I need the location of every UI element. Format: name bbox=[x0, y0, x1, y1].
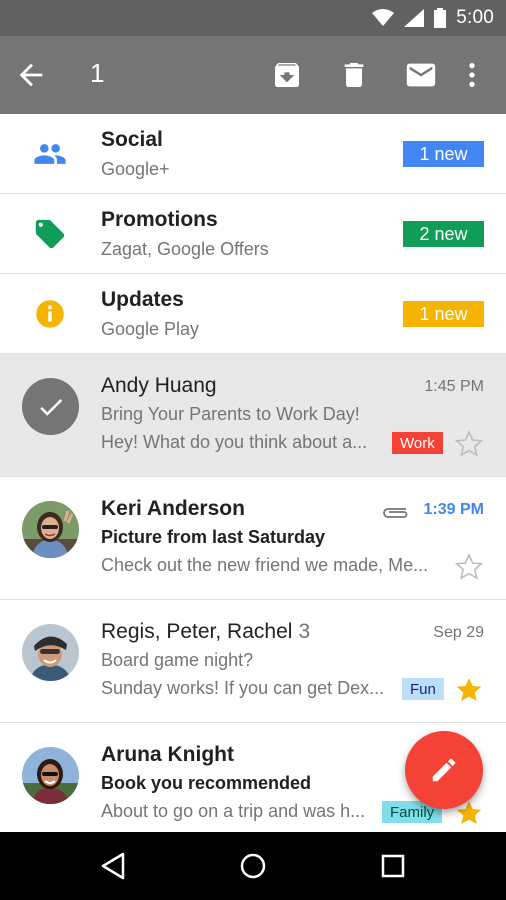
category-promotions[interactable]: Promotions Zagat, Google Offers 2 new bbox=[0, 194, 506, 274]
home-circle-icon[interactable] bbox=[237, 850, 269, 882]
email-snippet: About to go on a trip and was h... bbox=[101, 801, 366, 821]
archive-button[interactable] bbox=[270, 58, 304, 92]
delete-button[interactable] bbox=[337, 58, 371, 92]
battery-icon bbox=[434, 8, 447, 28]
new-count-badge: 1 new bbox=[403, 141, 484, 167]
back-triangle-icon[interactable] bbox=[97, 850, 129, 882]
email-sender: Regis, Peter, Rachel 3 bbox=[101, 620, 310, 644]
mark-unread-icon bbox=[406, 63, 436, 87]
email-snippet: Check out the new friend we made, Me... bbox=[101, 555, 429, 575]
email-subject: Board game night? bbox=[101, 650, 254, 670]
sender-names: Regis, Peter, Rachel bbox=[101, 620, 293, 643]
avatar[interactable] bbox=[22, 624, 79, 681]
email-subject: Picture from last Saturday bbox=[101, 527, 326, 547]
category-social[interactable]: Social Google+ 1 new bbox=[0, 114, 506, 194]
category-title: Promotions bbox=[101, 208, 218, 231]
tag-icon bbox=[32, 218, 68, 250]
back-arrow-icon[interactable] bbox=[14, 58, 48, 92]
status-bar: 5:00 bbox=[0, 0, 506, 36]
category-subtitle: Google Play bbox=[101, 319, 200, 339]
archive-icon bbox=[275, 63, 299, 87]
category-title: Updates bbox=[101, 288, 184, 311]
pencil-icon bbox=[432, 758, 456, 782]
email-sender: Andy Huang bbox=[101, 374, 217, 397]
email-snippet: Sunday works! If you can get Dex... bbox=[101, 678, 385, 698]
star-filled-icon[interactable] bbox=[454, 675, 484, 705]
check-icon bbox=[39, 398, 62, 416]
category-updates[interactable]: Updates Google Play 1 new bbox=[0, 274, 506, 354]
info-icon bbox=[32, 298, 68, 330]
cellular-icon bbox=[404, 9, 425, 27]
overflow-menu-icon bbox=[469, 63, 475, 87]
category-title: Social bbox=[101, 128, 163, 151]
label-chip-fun: Fun bbox=[402, 678, 444, 700]
status-time: 5:00 bbox=[456, 7, 494, 28]
star-outline-icon[interactable] bbox=[454, 429, 484, 459]
compose-button[interactable] bbox=[405, 731, 483, 809]
email-subject: Bring Your Parents to Work Day! bbox=[101, 404, 360, 424]
email-sender: Aruna Knight bbox=[101, 743, 234, 766]
selected-count: 1 bbox=[90, 58, 105, 88]
overflow-menu-button[interactable] bbox=[455, 58, 489, 92]
action-bar: 1 bbox=[0, 36, 506, 114]
new-count-badge: 1 new bbox=[403, 301, 484, 327]
star-outline-icon[interactable] bbox=[454, 552, 484, 582]
category-subtitle: Google+ bbox=[101, 159, 170, 179]
email-row[interactable]: Regis, Peter, Rachel 3 Sep 29 Board game … bbox=[0, 600, 506, 723]
label-chip-work: Work bbox=[392, 432, 443, 454]
recents-square-icon[interactable] bbox=[377, 850, 409, 882]
delete-icon bbox=[344, 63, 364, 87]
avatar[interactable] bbox=[22, 501, 79, 558]
attachment-clip-icon bbox=[383, 508, 408, 518]
system-nav-bar bbox=[0, 832, 506, 900]
people-icon bbox=[32, 138, 68, 170]
email-time: 1:45 PM bbox=[424, 378, 484, 395]
avatar[interactable] bbox=[22, 747, 79, 804]
email-snippet: Hey! What do you think about a... bbox=[101, 432, 368, 452]
email-time: 1:39 PM bbox=[423, 501, 484, 518]
selected-check-avatar[interactable] bbox=[22, 378, 79, 435]
mark-unread-button[interactable] bbox=[404, 58, 438, 92]
new-count-badge: 2 new bbox=[403, 221, 484, 247]
email-row[interactable]: Keri Anderson 1:39 PM Picture from last … bbox=[0, 477, 506, 600]
wifi-icon bbox=[372, 9, 395, 26]
email-sender: Keri Anderson bbox=[101, 497, 245, 520]
email-time: Sep 29 bbox=[433, 624, 484, 641]
thread-count: 3 bbox=[298, 620, 311, 643]
email-subject: Book you recommended bbox=[101, 773, 312, 793]
email-row[interactable]: Andy Huang 1:45 PM Bring Your Parents to… bbox=[0, 354, 506, 477]
category-subtitle: Zagat, Google Offers bbox=[101, 239, 269, 259]
